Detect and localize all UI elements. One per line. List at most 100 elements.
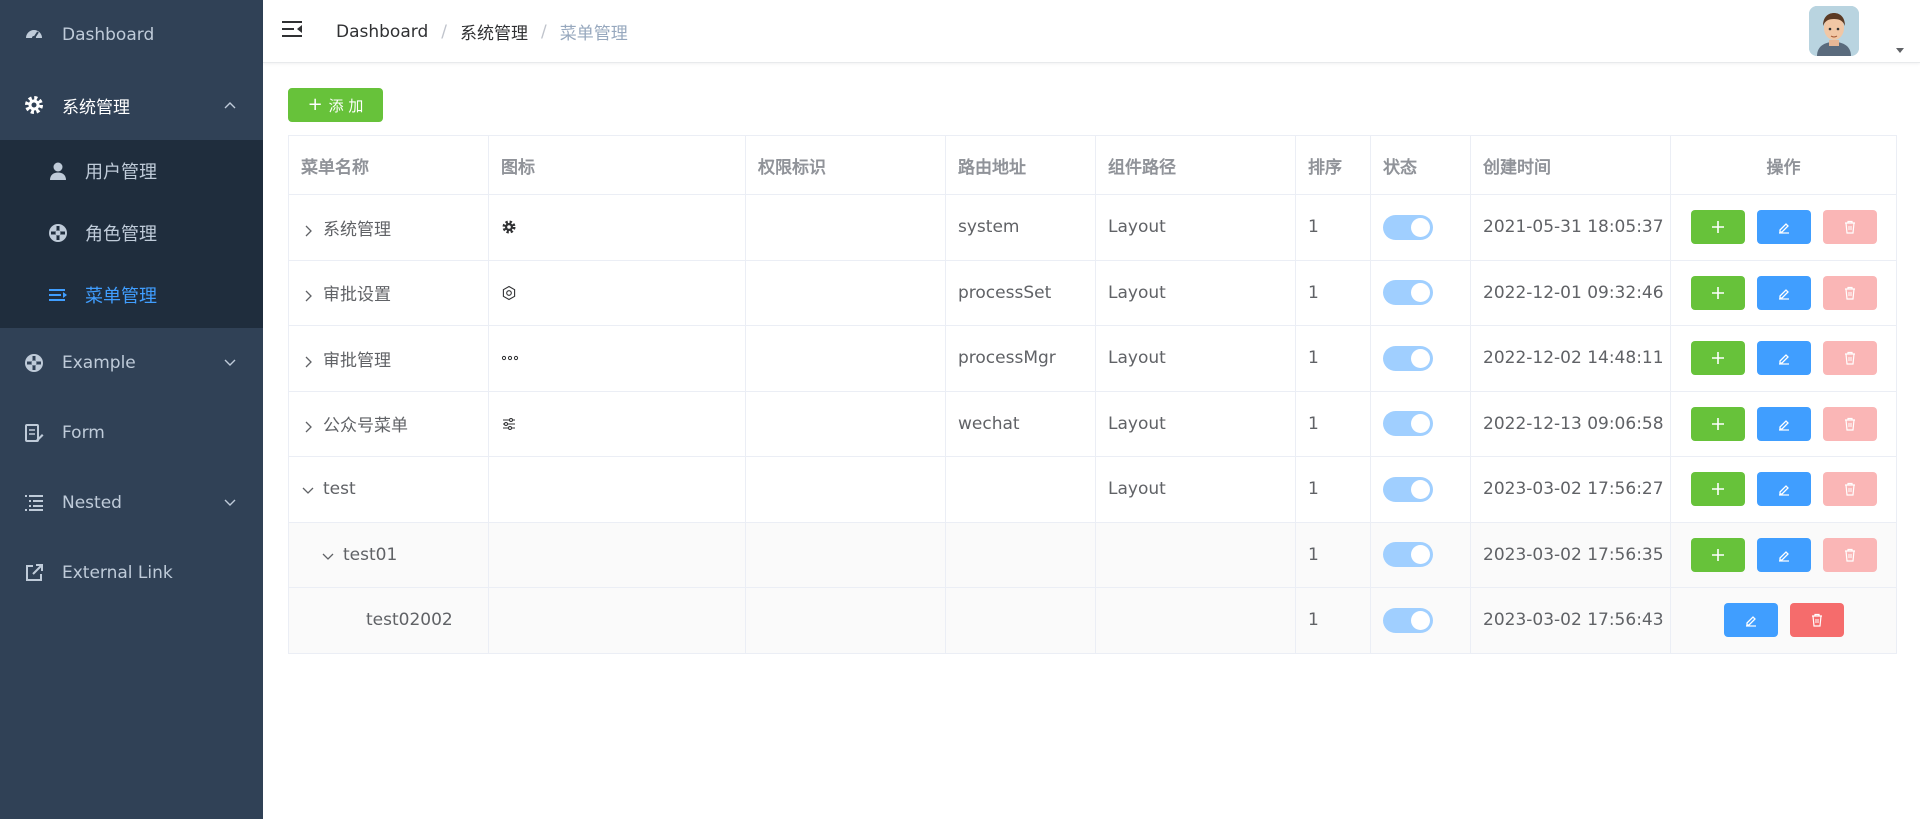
- cell-perm: [745, 390, 946, 457]
- cell-name: test: [288, 456, 489, 523]
- delete-button[interactable]: [1822, 210, 1877, 245]
- user-icon: [47, 160, 69, 182]
- cell-status: [1370, 259, 1471, 326]
- sidebar-item-system[interactable]: 系统管理: [0, 70, 263, 140]
- edit-button[interactable]: [1723, 603, 1778, 638]
- add-button-label: 添 加: [328, 96, 364, 115]
- delete-button[interactable]: [1822, 341, 1877, 376]
- status-switch[interactable]: [1383, 214, 1433, 240]
- table-row: test Layout 1 2023-03-02 17:56:27: [288, 456, 1897, 523]
- cell-created: 2021-05-31 18:05:37: [1470, 194, 1671, 261]
- chevron-right-icon[interactable]: [301, 354, 315, 368]
- menu-name: 公众号菜单: [323, 416, 408, 437]
- plus-icon: +: [307, 94, 323, 115]
- table-row: test02002 1 2023-03-02 17:56:43: [288, 587, 1897, 654]
- sidebar-item-label: Example: [62, 353, 136, 373]
- edit-button[interactable]: [1756, 210, 1811, 245]
- status-switch[interactable]: [1383, 542, 1433, 568]
- navbar: Dashboard / 系统管理 / 菜单管理: [263, 0, 1920, 63]
- cell-name: test01: [288, 521, 489, 588]
- cell-status: [1370, 456, 1471, 523]
- cell-icon: [488, 521, 746, 588]
- cell-perm: [745, 521, 946, 588]
- add-child-button[interactable]: [1690, 275, 1745, 310]
- cell-created: 2022-12-01 09:32:46: [1470, 259, 1671, 326]
- breadcrumb-item[interactable]: 系统管理: [460, 19, 528, 44]
- chevron-right-icon[interactable]: [301, 288, 315, 302]
- sidebar-item-example[interactable]: Example: [0, 328, 263, 398]
- avatar[interactable]: [1809, 6, 1859, 56]
- cell-created: 2022-12-02 14:48:11: [1470, 325, 1671, 392]
- cell-path: processSet: [945, 259, 1096, 326]
- sidebar-item-label: 角色管理: [85, 224, 157, 245]
- sidebar-item-form[interactable]: Form: [0, 398, 263, 468]
- cell-component: Layout: [1095, 325, 1296, 392]
- add-button[interactable]: + 添 加: [288, 88, 383, 122]
- chevron-down-icon: [223, 496, 237, 510]
- status-switch[interactable]: [1383, 280, 1433, 306]
- sidebar-item-label: 菜单管理: [85, 286, 157, 307]
- column-header: 路由地址: [945, 135, 1096, 195]
- menu-name: test: [323, 479, 356, 500]
- delete-button[interactable]: [1822, 406, 1877, 441]
- cell-actions: [1670, 456, 1897, 523]
- cell-sort: 1: [1295, 390, 1371, 457]
- delete-button[interactable]: [1822, 275, 1877, 310]
- add-child-button[interactable]: [1690, 341, 1745, 376]
- edit-button[interactable]: [1756, 472, 1811, 507]
- sidebar-item-label: Dashboard: [62, 25, 155, 45]
- menu-name: test02002: [366, 610, 453, 631]
- sidebar-item-users[interactable]: 用户管理: [0, 140, 263, 202]
- dashboard-icon: [23, 24, 45, 46]
- cell-path: wechat: [945, 390, 1096, 457]
- sidebar-item-external-link[interactable]: External Link: [0, 538, 263, 608]
- nested-icon: [23, 492, 45, 514]
- sidebar-item-nested[interactable]: Nested: [0, 468, 263, 538]
- status-switch[interactable]: [1383, 345, 1433, 371]
- chevron-right-icon[interactable]: [301, 223, 315, 237]
- edit-button[interactable]: [1756, 406, 1811, 441]
- cell-sort: 1: [1295, 521, 1371, 588]
- sidebar-item-dashboard[interactable]: Dashboard: [0, 0, 263, 70]
- cell-sort: 1: [1295, 194, 1371, 261]
- sidebar-item-menus[interactable]: 菜单管理: [0, 264, 263, 326]
- edit-button[interactable]: [1756, 341, 1811, 376]
- cell-sort: 1: [1295, 587, 1371, 654]
- breadcrumb-item[interactable]: Dashboard: [336, 22, 428, 42]
- sidebar-item-roles[interactable]: 角色管理: [0, 202, 263, 264]
- status-switch[interactable]: [1383, 476, 1433, 502]
- cell-component: Layout: [1095, 259, 1296, 326]
- cell-perm: [745, 456, 946, 523]
- cell-component: [1095, 521, 1296, 588]
- gear-icon: [501, 217, 517, 237]
- add-child-button[interactable]: [1690, 406, 1745, 441]
- cell-created: 2023-03-02 17:56:43: [1470, 587, 1671, 654]
- sidebar-item-label: Nested: [62, 493, 122, 513]
- example-icon: [23, 352, 45, 374]
- cell-actions: [1670, 390, 1897, 457]
- delete-button[interactable]: [1822, 537, 1877, 572]
- chevron-down-icon[interactable]: [301, 482, 315, 496]
- cell-path: [945, 521, 1096, 588]
- breadcrumb-separator: /: [441, 21, 447, 42]
- chevron-right-icon[interactable]: [301, 419, 315, 433]
- cell-icon: [488, 456, 746, 523]
- add-child-button[interactable]: [1690, 472, 1745, 507]
- external-link-icon: [23, 562, 45, 584]
- cell-path: processMgr: [945, 325, 1096, 392]
- hamburger-icon[interactable]: [281, 18, 303, 40]
- chevron-down-icon[interactable]: [321, 548, 335, 562]
- caret-down-icon[interactable]: [1895, 40, 1905, 53]
- cell-sort: 1: [1295, 259, 1371, 326]
- cell-status: [1370, 325, 1471, 392]
- edit-button[interactable]: [1756, 537, 1811, 572]
- add-child-button[interactable]: [1690, 537, 1745, 572]
- status-switch[interactable]: [1383, 411, 1433, 437]
- delete-button[interactable]: [1789, 603, 1844, 638]
- edit-button[interactable]: [1756, 275, 1811, 310]
- status-switch[interactable]: [1383, 607, 1433, 633]
- add-child-button[interactable]: [1690, 210, 1745, 245]
- cell-name: 公众号菜单: [288, 390, 489, 457]
- gear-icon: [23, 94, 45, 116]
- delete-button[interactable]: [1822, 472, 1877, 507]
